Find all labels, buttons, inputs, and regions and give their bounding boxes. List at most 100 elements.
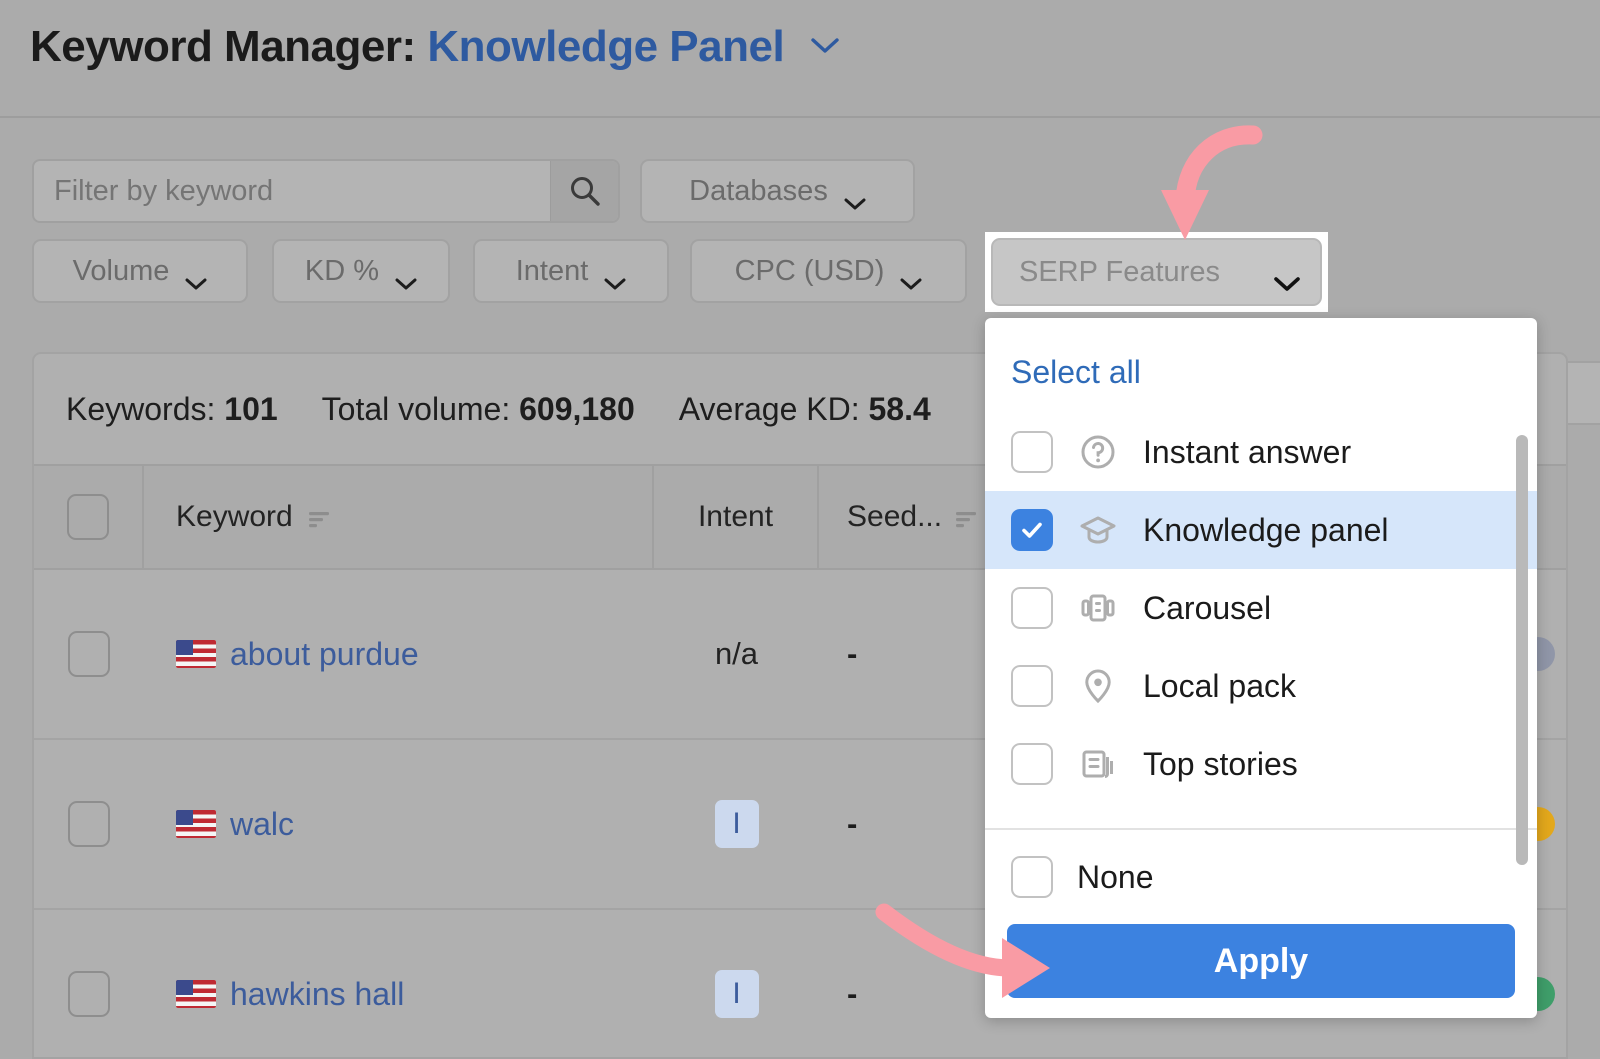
search-field-wrapper: [32, 159, 620, 223]
row-select-checkbox[interactable]: [68, 631, 110, 677]
select-all-link[interactable]: Select all: [985, 318, 1537, 413]
us-flag-icon: [176, 640, 216, 668]
average-kd-stat: Average KD: 58.4: [679, 391, 931, 428]
chevron-down-icon: [900, 265, 922, 290]
dropdown-scrollbar[interactable]: [1516, 435, 1528, 865]
serp-feature-option-label: Local pack: [1143, 667, 1296, 704]
keyword-cell: about purdue: [144, 570, 654, 738]
row-select-cell: [34, 740, 144, 908]
serp-features-dropdown-panel: Select all Instant answer Knowledge panel…: [985, 318, 1537, 1018]
intent-column-label: Intent: [697, 500, 774, 533]
row-select-checkbox[interactable]: [68, 971, 110, 1017]
serp-features-highlight-frame: SERP Features: [985, 232, 1328, 312]
databases-filter-button[interactable]: Databases: [640, 159, 915, 223]
news-article-icon: [1077, 743, 1119, 785]
total-volume-stat-label: Total volume:: [321, 390, 511, 427]
chevron-down-icon: [185, 265, 207, 290]
page-title-prefix: Keyword Manager:: [30, 22, 416, 71]
intent-cell: I: [654, 740, 819, 908]
keywords-stat-label: Keywords:: [66, 390, 216, 427]
chevron-down-icon: [395, 265, 417, 290]
chevron-down-icon[interactable]: [810, 16, 840, 66]
keywords-stat-value: 101: [224, 390, 278, 427]
databases-label: Databases: [689, 174, 828, 207]
intent-badge: I: [714, 970, 759, 1018]
volume-label: Volume: [72, 254, 170, 287]
chevron-down-icon: [604, 265, 626, 290]
serp-feature-option[interactable]: Local pack: [985, 647, 1537, 725]
keyword-link[interactable]: about purdue: [230, 636, 419, 673]
keyword-column-label: Keyword: [176, 500, 293, 533]
apply-button[interactable]: Apply: [1007, 924, 1515, 998]
seed-cell: -: [819, 910, 1009, 1059]
serp-feature-option[interactable]: Instant answer: [985, 413, 1537, 491]
kd-filter-button[interactable]: KD %: [272, 239, 450, 303]
seed-column-header[interactable]: Seed...: [819, 466, 1009, 568]
keywords-stat: Keywords: 101: [66, 391, 278, 428]
serp-feature-option[interactable]: Knowledge panel: [985, 491, 1537, 569]
seed-value: -: [847, 976, 858, 1011]
search-button[interactable]: [550, 161, 618, 221]
us-flag-icon: [176, 980, 216, 1008]
serp-feature-option-label: Top stories: [1143, 745, 1298, 782]
checkbox-checked[interactable]: [1011, 509, 1053, 551]
dropdown-footer: None Apply: [985, 828, 1537, 1018]
row-select-cell: [34, 910, 144, 1059]
page-header: Keyword Manager: Knowledge Panel: [0, 0, 1600, 118]
search-input[interactable]: [34, 161, 550, 221]
average-kd-stat-label: Average KD:: [678, 390, 860, 427]
intent-label: Intent: [515, 254, 589, 287]
serp-features-label: SERP Features: [1019, 255, 1220, 288]
cpc-label: CPC (USD): [734, 254, 885, 287]
serp-feature-option[interactable]: Top stories: [985, 725, 1537, 803]
average-kd-stat-value: 58.4: [868, 390, 931, 427]
checkbox-unchecked[interactable]: [1011, 431, 1053, 473]
none-option-row[interactable]: None: [1007, 830, 1515, 924]
cpc-filter-button[interactable]: CPC (USD): [690, 239, 967, 303]
row-select-cell: [34, 570, 144, 738]
checkbox-unchecked[interactable]: [1011, 587, 1053, 629]
page-title: Keyword Manager: Knowledge Panel: [30, 16, 840, 72]
serp-feature-option-label: Instant answer: [1143, 433, 1352, 470]
none-checkbox[interactable]: [1011, 856, 1053, 898]
serp-features-option-list: Instant answer Knowledge panel Carousel Loc…: [985, 413, 1537, 865]
location-pin-icon: [1077, 665, 1119, 707]
intent-filter-button[interactable]: Intent: [473, 239, 669, 303]
checkbox-unchecked[interactable]: [1011, 743, 1053, 785]
page-title-value: Knowledge Panel: [427, 22, 785, 71]
search-icon: [570, 177, 600, 206]
select-all-rows-checkbox[interactable]: [67, 494, 109, 540]
seed-cell: -: [819, 570, 1009, 738]
serp-feature-option-label: Carousel: [1143, 589, 1272, 626]
seed-column-label: Seed...: [847, 500, 943, 533]
keyword-column-header[interactable]: Keyword: [144, 466, 654, 568]
check-icon: [1022, 522, 1042, 538]
seed-cell: -: [819, 740, 1009, 908]
intent-badge: I: [714, 800, 759, 848]
intent-cell: n/a: [654, 570, 819, 738]
checkbox-unchecked[interactable]: [1011, 665, 1053, 707]
sort-icon[interactable]: [954, 505, 978, 529]
intent-column-header[interactable]: Intent: [654, 466, 819, 568]
us-flag-icon: [176, 810, 216, 838]
chevron-down-icon: [844, 185, 866, 210]
graduation-cap-icon: [1077, 509, 1119, 551]
none-label: None: [1077, 858, 1154, 895]
serp-feature-option[interactable]: Carousel: [985, 569, 1537, 647]
volume-filter-button[interactable]: Volume: [32, 239, 248, 303]
keyword-link[interactable]: walc: [230, 806, 294, 843]
sort-icon[interactable]: [307, 505, 331, 529]
total-volume-stat-value: 609,180: [519, 390, 635, 427]
seed-value: -: [847, 806, 858, 841]
total-volume-stat: Total volume: 609,180: [322, 391, 635, 428]
row-select-checkbox[interactable]: [68, 801, 110, 847]
seed-value: -: [847, 636, 858, 671]
intent-value: n/a: [714, 636, 759, 671]
keyword-link[interactable]: hawkins hall: [230, 976, 404, 1013]
select-all-rows-cell: [34, 466, 144, 568]
intent-cell: I: [654, 910, 819, 1059]
keyword-cell: hawkins hall: [144, 910, 654, 1059]
serp-feature-option-label: Knowledge panel: [1143, 511, 1389, 548]
serp-features-filter-button[interactable]: SERP Features: [991, 238, 1322, 306]
carousel-icon: [1077, 587, 1119, 629]
